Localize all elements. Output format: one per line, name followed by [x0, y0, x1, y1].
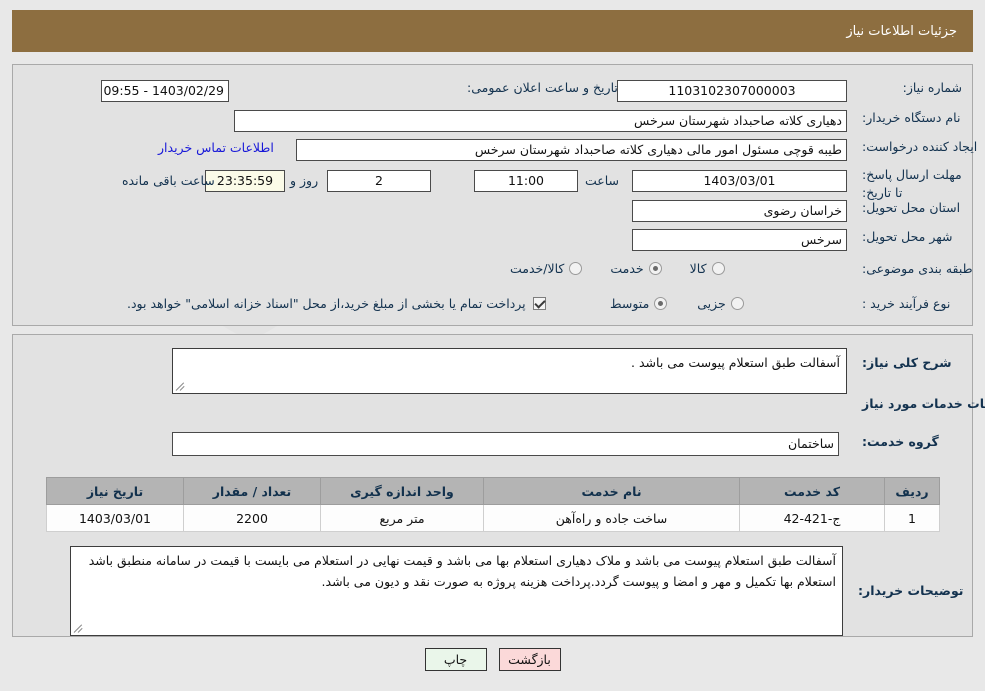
treasury-checkbox[interactable]: [532, 297, 546, 310]
countdown-value: 23:35:59: [205, 170, 285, 192]
category-option-2-label: کالا/خدمت: [510, 261, 565, 276]
action-buttons: بازگشت چاپ: [0, 648, 985, 671]
radio-icon-kala-khedmat[interactable]: [569, 262, 583, 275]
buyer-notes-value: آسفالت طبق استعلام پیوست می باشد و ملاک …: [88, 553, 836, 589]
city-label-row: شهر محل تحویل:: [862, 229, 952, 244]
table-row: 1 ج-421-42 ساخت جاده و راه‌آهن متر مربع …: [46, 504, 940, 532]
announce-label: تاریخ و ساعت اعلان عمومی:: [467, 80, 618, 95]
deadline-time-value: 11:00: [474, 170, 578, 192]
requester-label: ایجاد کننده درخواست:: [862, 139, 978, 154]
city-label: شهر محل تحویل:: [862, 229, 953, 244]
cell-date: 1403/03/01: [46, 504, 184, 532]
resize-grip-icon[interactable]: [175, 381, 186, 391]
purchase-option-1-label: متوسط: [610, 296, 650, 311]
buyer-org-value: دهیاری کلاته صاحبداد شهرستان سرخس: [234, 110, 847, 132]
need-number-label-row: شماره نیاز:: [862, 80, 962, 95]
service-section-title: اطلاعات خدمات مورد نیاز: [862, 396, 985, 411]
announce-label-row: تاریخ و ساعت اعلان عمومی:: [467, 80, 618, 95]
announce-datetime-value: 1403/02/29 - 09:55: [101, 80, 229, 102]
category-label-row: طبقه بندی موضوعی:: [862, 261, 973, 276]
service-group-label: گروه خدمت:: [862, 434, 939, 449]
col-quantity: تعداد / مقدار: [183, 477, 321, 505]
days-remaining-value: 2: [327, 170, 431, 192]
need-info-panel: [12, 64, 973, 326]
general-description-value: آسفالت طبق استعلام پیوست می باشد .: [631, 355, 840, 370]
service-group-value: ساختمان: [172, 432, 839, 456]
cell-unit: متر مربع: [320, 504, 484, 532]
hour-label: ساعت: [585, 173, 620, 188]
buyer-org-label: نام دستگاه خریدار:: [862, 110, 961, 125]
page-header: جزئیات اطلاعات نیاز: [12, 10, 973, 52]
buyer-notes-textarea[interactable]: آسفالت طبق استعلام پیوست می باشد و ملاک …: [70, 546, 843, 636]
cell-quantity: 2200: [183, 504, 321, 532]
category-option-0-label: کالا: [689, 261, 707, 276]
requester-label-row: ایجاد کننده درخواست:: [862, 139, 977, 154]
col-code: کد خدمت: [739, 477, 885, 505]
requester-value: طیبه قوچی مسئول امور مالی دهیاری کلاته ص…: [296, 139, 847, 161]
category-option-1[interactable]: خدمت: [610, 261, 662, 276]
services-table: ردیف کد خدمت نام خدمت واحد اندازه گیری ت…: [46, 477, 940, 532]
deadline-date-value: 1403/03/01: [632, 170, 847, 192]
province-label-row: استان محل تحویل:: [862, 200, 960, 215]
countdown-label: ساعت باقی مانده: [122, 173, 215, 188]
category-radio-group: کالا خدمت کالا/خدمت: [510, 261, 725, 276]
category-option-1-label: خدمت: [610, 261, 644, 276]
category-option-2[interactable]: کالا/خدمت: [510, 261, 583, 276]
treasury-note-row: پرداخت تمام یا بخشی از مبلغ خرید،از محل …: [127, 296, 546, 311]
resize-grip-icon-notes[interactable]: [73, 623, 84, 633]
general-description-textarea[interactable]: آسفالت طبق استعلام پیوست می باشد .: [172, 348, 847, 394]
cell-code: ج-421-42: [739, 504, 885, 532]
deadline-label-row: مهلت ارسال پاسخ: تا تاریخ:: [862, 166, 962, 202]
table-header-row: ردیف کد خدمت نام خدمت واحد اندازه گیری ت…: [46, 477, 940, 505]
col-name: نام خدمت: [483, 477, 740, 505]
col-date: تاریخ نیاز: [46, 477, 184, 505]
purchase-option-1[interactable]: متوسط: [610, 296, 668, 311]
radio-icon-jozii[interactable]: [730, 297, 744, 310]
city-value: سرخس: [632, 229, 847, 251]
col-unit: واحد اندازه گیری: [320, 477, 484, 505]
buyer-contact-link[interactable]: اطلاعات تماس خریدار: [158, 140, 274, 155]
category-option-0[interactable]: کالا: [690, 261, 725, 276]
buyer-notes-label: توضیحات خریدار:: [858, 583, 964, 598]
purchase-radio-group: جزیی متوسط: [610, 296, 744, 311]
purchase-option-0[interactable]: جزیی: [697, 296, 744, 311]
need-number-value: 1103102307000003: [617, 80, 847, 102]
need-number-label: شماره نیاز:: [902, 80, 962, 95]
days-label: روز و: [290, 173, 319, 188]
category-label: طبقه بندی موضوعی:: [862, 261, 973, 276]
radio-icon-kala[interactable]: [711, 262, 725, 275]
buyer-org-label-row: نام دستگاه خریدار:: [862, 110, 960, 125]
deadline-label: مهلت ارسال پاسخ: تا تاریخ:: [862, 167, 962, 201]
purchase-type-label-row: نوع فرآیند خرید :: [862, 296, 950, 311]
cell-name: ساخت جاده و راه‌آهن: [483, 504, 740, 532]
general-description-label: شرح کلی نیاز:: [862, 355, 952, 370]
province-label: استان محل تحویل:: [862, 200, 961, 215]
back-button[interactable]: بازگشت: [498, 648, 561, 671]
col-index: ردیف: [884, 477, 940, 505]
print-button[interactable]: چاپ: [424, 648, 487, 671]
purchase-option-0-label: جزیی: [697, 296, 726, 311]
radio-icon-motavasset[interactable]: [654, 297, 668, 310]
purchase-type-label: نوع فرآیند خرید :: [862, 296, 951, 311]
province-value: خراسان رضوی: [632, 200, 847, 222]
radio-icon-khedmat[interactable]: [648, 262, 662, 275]
cell-index: 1: [884, 504, 940, 532]
page-title: جزئیات اطلاعات نیاز: [846, 23, 957, 39]
treasury-note-label: پرداخت تمام یا بخشی از مبلغ خرید،از محل …: [127, 296, 526, 311]
